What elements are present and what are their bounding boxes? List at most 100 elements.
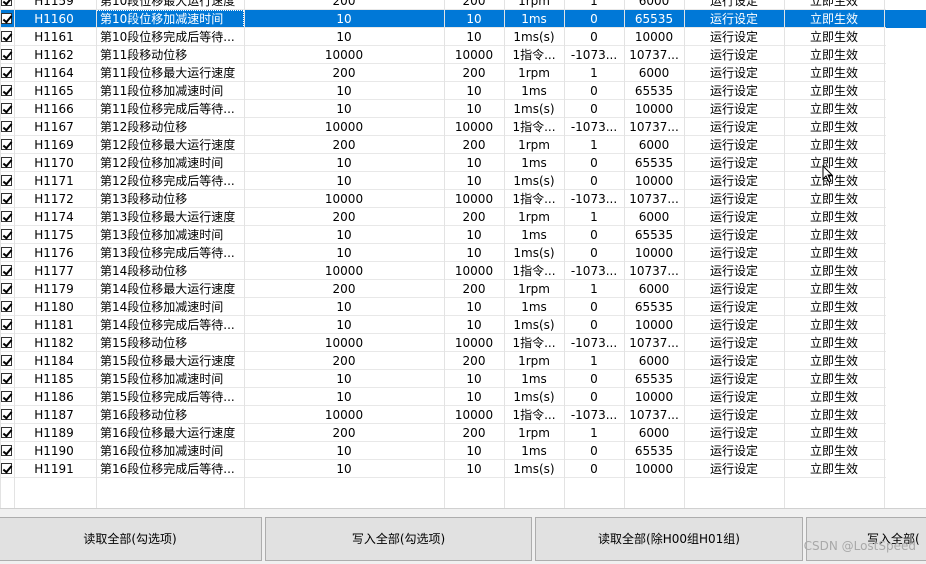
param-unit-cell: 1rpm (518, 354, 550, 368)
param-mode-cell: 运行设定 (709, 408, 758, 422)
param-effect-cell: 立即生效 (809, 462, 858, 476)
row-checkbox[interactable] (1, 247, 12, 258)
param-code-cell: H1161 (34, 30, 74, 44)
param-mode-cell: 运行设定 (709, 246, 758, 260)
row-checkbox[interactable] (1, 157, 12, 168)
param-default-value-cell: 10 (466, 372, 482, 386)
param-code-cell: H1176 (34, 246, 74, 260)
table-row[interactable]: H1179 第14段位移最大运行速度 200 200 1rpm 1 6000 运行设定 立即生效 (0, 280, 926, 298)
param-mode-cell: 运行设定 (709, 318, 758, 332)
param-code-cell: H1167 (34, 120, 74, 134)
row-checkbox[interactable] (1, 121, 12, 132)
table-row[interactable]: H1166 第11段位移完成后等待... 10 10 1ms(s) 0 10000 运行设定 立… (0, 100, 926, 118)
table-row[interactable]: H1191 第16段位移完成后等待... 10 10 1ms(s) 0 10000 运行设定 立… (0, 460, 926, 478)
param-min-cell: 0 (590, 228, 598, 242)
param-name-cell: 第15段位移最大运行速度 (100, 354, 236, 368)
param-current-value-cell: 10 (336, 246, 352, 260)
column-divider (504, 0, 505, 508)
table-row[interactable]: H1169 第12段位移最大运行速度 200 200 1rpm 1 6000 运行设定 立即生效 (0, 136, 926, 154)
table-row[interactable]: H1185 第15段位移加减速时间 10 10 1ms 0 65535 运行设定 立即生效 (0, 370, 926, 388)
param-current-value-cell: 10 (336, 444, 352, 458)
row-checkbox[interactable] (1, 409, 12, 420)
param-name-cell: 第14段位移最大运行速度 (100, 282, 236, 296)
read-all-except-h00-h01-button[interactable]: 读取全部(除H00组H01组) (535, 517, 803, 561)
table-row[interactable]: H1172 第13段移动位移 10000 10000 1指令... -1073... 107… (0, 190, 926, 208)
row-checkbox[interactable] (1, 337, 12, 348)
table-row[interactable]: H1190 第16段位移加减速时间 10 10 1ms 0 65535 运行设定 立即生效 (0, 442, 926, 460)
table-row[interactable]: H1176 第13段位移完成后等待... 10 10 1ms(s) 0 10000 运行设定 立… (0, 244, 926, 262)
param-max-cell: 10737... (629, 264, 679, 278)
row-checkbox[interactable] (1, 175, 12, 186)
table-row[interactable]: H1174 第13段位移最大运行速度 200 200 1rpm 1 6000 运行设定 立即生效 (0, 208, 926, 226)
table-row[interactable]: H1160 第10段位移加减速时间 10 10 1ms 0 65535 运行设定 立即生效 (0, 10, 926, 28)
param-code-cell: H1182 (34, 336, 74, 350)
table-row[interactable]: H1186 第15段位移完成后等待... 10 10 1ms(s) 0 10000 运行设定 立… (0, 388, 926, 406)
table-row[interactable]: H1182 第15段移动位移 10000 10000 1指令... -1073... 107… (0, 334, 926, 352)
param-effect-cell: 立即生效 (809, 84, 858, 98)
param-name-cell: 第16段位移加减速时间 (100, 444, 224, 458)
row-checkbox[interactable] (1, 193, 12, 204)
row-checkbox[interactable] (1, 13, 12, 24)
param-default-value-cell: 10000 (454, 408, 494, 422)
row-checkbox[interactable] (1, 211, 12, 222)
param-unit-cell: 1指令... (512, 408, 556, 422)
param-min-cell: 1 (590, 282, 598, 296)
table-row[interactable]: H1165 第11段位移加减速时间 10 10 1ms 0 65535 运行设定 立即生效 (0, 82, 926, 100)
param-unit-cell: 1ms (521, 84, 547, 98)
table-row[interactable]: H1181 第14段位移完成后等待... 10 10 1ms(s) 0 10000 运行设定 立… (0, 316, 926, 334)
write-all-checked-button[interactable]: 写入全部(勾选项) (265, 517, 532, 561)
param-code-cell: H1166 (34, 102, 74, 116)
row-checkbox[interactable] (1, 319, 12, 330)
table-row[interactable]: H1184 第15段位移最大运行速度 200 200 1rpm 1 6000 运行设定 立即生效 (0, 352, 926, 370)
row-checkbox[interactable] (1, 391, 12, 402)
param-code-cell: H1175 (34, 228, 74, 242)
read-all-checked-button[interactable]: 读取全部(勾选项) (0, 517, 262, 561)
param-effect-cell: 立即生效 (809, 354, 858, 368)
param-name-cell: 第15段位移加减速时间 (100, 372, 224, 386)
table-row[interactable]: H1171 第12段位移完成后等待... 10 10 1ms(s) 0 10000 运行设定 立… (0, 172, 926, 190)
table-row[interactable]: H1161 第10段位移完成后等待... 10 10 1ms(s) 0 10000 运行设定 立… (0, 28, 926, 46)
table-row[interactable]: H1164 第11段位移最大运行速度 200 200 1rpm 1 6000 运行设定 立即生效 (0, 64, 926, 82)
row-checkbox[interactable] (1, 139, 12, 150)
table-row[interactable]: H1187 第16段移动位移 10000 10000 1指令... -1073... 107… (0, 406, 926, 424)
row-checkbox[interactable] (1, 0, 12, 6)
param-effect-cell: 立即生效 (809, 228, 858, 242)
row-checkbox[interactable] (1, 355, 12, 366)
param-name-cell: 第16段位移完成后等待... (100, 462, 235, 476)
row-checkbox[interactable] (1, 265, 12, 276)
table-row[interactable]: H1177 第14段移动位移 10000 10000 1指令... -1073... 107… (0, 262, 926, 280)
param-effect-cell: 立即生效 (809, 48, 858, 62)
row-checkbox[interactable] (1, 427, 12, 438)
param-unit-cell: 1ms(s) (513, 30, 555, 44)
param-effect-cell: 立即生效 (809, 120, 858, 134)
column-divider (96, 0, 97, 508)
row-checkbox[interactable] (1, 445, 12, 456)
table-row[interactable]: H1170 第12段位移加减速时间 10 10 1ms 0 65535 运行设定 立即生效 (0, 154, 926, 172)
row-checkbox[interactable] (1, 31, 12, 42)
param-current-value-cell: 10 (336, 30, 352, 44)
param-name-cell: 第13段位移最大运行速度 (100, 210, 236, 224)
param-max-cell: 65535 (634, 228, 674, 242)
param-code-cell: H1172 (34, 192, 74, 206)
row-checkbox[interactable] (1, 85, 12, 96)
row-checkbox[interactable] (1, 373, 12, 384)
param-name-cell: 第16段位移最大运行速度 (100, 426, 236, 440)
param-min-cell: 0 (590, 246, 598, 260)
table-row[interactable]: H1175 第13段位移加减速时间 10 10 1ms 0 65535 运行设定 立即生效 (0, 226, 926, 244)
param-max-cell: 10737... (629, 120, 679, 134)
param-max-cell: 10737... (629, 336, 679, 350)
row-checkbox[interactable] (1, 49, 12, 60)
table-row[interactable]: H1167 第12段移动位移 10000 10000 1指令... -1073... 107… (0, 118, 926, 136)
row-checkbox[interactable] (1, 229, 12, 240)
table-row[interactable]: H1189 第16段位移最大运行速度 200 200 1rpm 1 6000 运行设定 立即生效 (0, 424, 926, 442)
param-mode-cell: 运行设定 (709, 390, 758, 404)
row-checkbox[interactable] (1, 463, 12, 474)
table-row[interactable]: H1162 第11段移动位移 10000 10000 1指令... -1073... 107… (0, 46, 926, 64)
row-checkbox[interactable] (1, 67, 12, 78)
param-min-cell: -1073... (570, 336, 618, 350)
row-checkbox[interactable] (1, 103, 12, 114)
table-row[interactable]: H1180 第14段位移加减速时间 10 10 1ms 0 65535 运行设定 立即生效 (0, 298, 926, 316)
row-checkbox[interactable] (1, 301, 12, 312)
row-checkbox[interactable] (1, 283, 12, 294)
param-min-cell: 0 (590, 30, 598, 44)
